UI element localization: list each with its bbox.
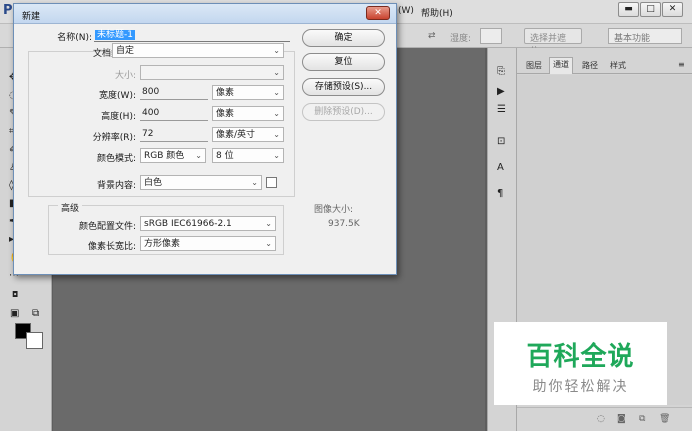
chevron-down-icon: ⌄ xyxy=(273,68,280,77)
width-label: 宽度(W): xyxy=(99,91,136,101)
default-colors-icon[interactable]: ◘ xyxy=(12,290,18,299)
load-selection-icon[interactable]: ◌ xyxy=(597,414,605,424)
width-unit-select[interactable]: 像素 ⌄ xyxy=(212,85,284,100)
new-document-dialog: 新建 ✕ 名称(N): 未标题-1 文档类型: 自定⌄ 大小: ⌄ 宽度(W):… xyxy=(13,3,397,275)
chevron-down-icon: ⌄ xyxy=(265,219,272,228)
background-select[interactable]: 白色 ⌄ xyxy=(140,175,262,190)
character-panel-icon[interactable]: A xyxy=(497,162,504,173)
dialog-title: 新建 xyxy=(22,12,41,22)
tab-paths[interactable]: 路径 xyxy=(579,59,601,72)
name-label: 名称(N): xyxy=(57,33,92,43)
watermark-subtitle: 助你轻松解决 xyxy=(532,379,629,395)
ok-button[interactable]: 确定 xyxy=(302,29,385,47)
bit-depth-select[interactable]: 8 位 ⌄ xyxy=(212,148,284,163)
pixel-aspect-select[interactable]: 方形像素 ⌄ xyxy=(140,236,276,251)
height-unit-value: 像素 xyxy=(216,109,235,119)
height-label: 高度(H): xyxy=(101,112,136,122)
menu-help[interactable]: 帮助(H) xyxy=(421,6,453,19)
panel-tabs: 图层 通道 路径 样式 ≡ xyxy=(517,56,692,74)
tab-channels[interactable]: 通道 xyxy=(549,57,573,74)
color-mode-label: 颜色模式: xyxy=(96,154,136,164)
save-preset-button[interactable]: 存储预设(S)... xyxy=(302,78,385,96)
image-size-label: 图像大小: xyxy=(314,205,354,215)
pixel-aspect-label: 像素长宽比: xyxy=(87,242,136,252)
new-channel-icon[interactable]: ⧉ xyxy=(639,414,645,424)
advanced-label: 高级 xyxy=(58,201,83,214)
background-value: 白色 xyxy=(144,178,163,188)
image-size-value: 937.5K xyxy=(328,219,360,229)
chevron-down-icon: ⌄ xyxy=(195,151,202,160)
chevron-down-icon: ⌄ xyxy=(273,109,280,118)
photoshop-logo: P xyxy=(3,3,13,18)
background-color-swatch[interactable] xyxy=(26,332,43,349)
tab-layers[interactable]: 图层 xyxy=(523,59,545,72)
color-profile-value: sRGB IEC61966-2.1 xyxy=(144,219,232,229)
height-unit-select[interactable]: 像素 ⌄ xyxy=(212,106,284,121)
dialog-titlebar: 新建 ✕ xyxy=(14,4,396,24)
minimize-button[interactable]: ▬ xyxy=(618,2,639,17)
workspace-select[interactable]: 基本功能 xyxy=(608,28,682,44)
screen-mode-icon[interactable]: ⧉ xyxy=(32,308,39,319)
pixel-aspect-value: 方形像素 xyxy=(144,239,181,249)
quick-mask-icon[interactable]: ▣ xyxy=(10,308,19,319)
swap-icon[interactable]: ⇄ xyxy=(428,31,436,41)
chevron-down-icon: ⌄ xyxy=(251,178,258,187)
save-selection-icon[interactable]: ◙ xyxy=(617,414,626,424)
menu-window[interactable]: (W) xyxy=(398,6,414,16)
doc-type-select[interactable]: 自定 ⌄ xyxy=(112,43,284,58)
tab-styles[interactable]: 样式 xyxy=(607,59,629,72)
paragraph-panel-icon[interactable]: ¶ xyxy=(497,188,503,199)
chevron-down-icon: ⌄ xyxy=(273,88,280,97)
background-color-picker[interactable] xyxy=(266,177,277,188)
panel-footer: ◌ ◙ ⧉ 🗑 xyxy=(517,407,692,431)
panel-menu-icon[interactable]: ≡ xyxy=(675,59,688,70)
history-panel-icon[interactable]: ⎘ xyxy=(497,66,505,77)
color-profile-select[interactable]: sRGB IEC61966-2.1 ⌄ xyxy=(140,216,276,231)
opacity-field[interactable] xyxy=(480,28,502,44)
resolution-input[interactable]: 72 xyxy=(140,128,208,142)
properties-panel-icon[interactable]: ☰ xyxy=(497,104,506,115)
size-label: 大小: xyxy=(114,71,136,81)
size-select[interactable]: ⌄ xyxy=(140,65,284,80)
select-subject-button[interactable]: 选择并遮住... xyxy=(524,28,582,57)
dialog-close-button[interactable]: ✕ xyxy=(366,6,390,20)
height-input[interactable]: 400 xyxy=(140,107,208,121)
resolution-unit-value: 像素/英寸 xyxy=(216,130,256,140)
actions-panel-icon[interactable]: ▶ xyxy=(497,86,505,97)
resolution-label: 分辨率(R): xyxy=(92,133,136,143)
delete-preset-button[interactable]: 删除预设(D)... xyxy=(302,103,385,121)
chevron-down-icon: ⌄ xyxy=(265,239,272,248)
delete-channel-icon[interactable]: 🗑 xyxy=(659,414,670,424)
chevron-down-icon: ⌄ xyxy=(273,151,280,160)
chevron-down-icon: ⌄ xyxy=(273,46,280,55)
width-unit-value: 像素 xyxy=(216,88,235,98)
color-mode-value: RGB 颜色 xyxy=(144,151,185,161)
doc-type-value: 自定 xyxy=(116,46,135,56)
reset-button[interactable]: 复位 xyxy=(302,53,385,71)
resolution-unit-select[interactable]: 像素/英寸 ⌄ xyxy=(212,127,284,142)
width-input[interactable]: 800 xyxy=(140,86,208,100)
close-window-button[interactable]: ✕ xyxy=(662,2,683,17)
background-label: 背景内容: xyxy=(96,181,136,191)
maximize-button[interactable]: □ xyxy=(640,2,661,17)
chevron-down-icon: ⌄ xyxy=(273,130,280,139)
bit-depth-value: 8 位 xyxy=(216,151,234,161)
watermark: 百科全说 助你轻松解决 xyxy=(494,322,667,405)
name-value: 未标题-1 xyxy=(95,30,135,40)
color-profile-label: 颜色配置文件: xyxy=(78,222,136,232)
color-mode-select[interactable]: RGB 颜色 ⌄ xyxy=(140,148,206,163)
adjust-panel-icon[interactable]: ⊡ xyxy=(497,136,505,147)
name-input[interactable]: 未标题-1 xyxy=(94,29,290,42)
watermark-title: 百科全说 xyxy=(526,342,635,372)
opacity-label: 湿度: xyxy=(450,34,472,44)
